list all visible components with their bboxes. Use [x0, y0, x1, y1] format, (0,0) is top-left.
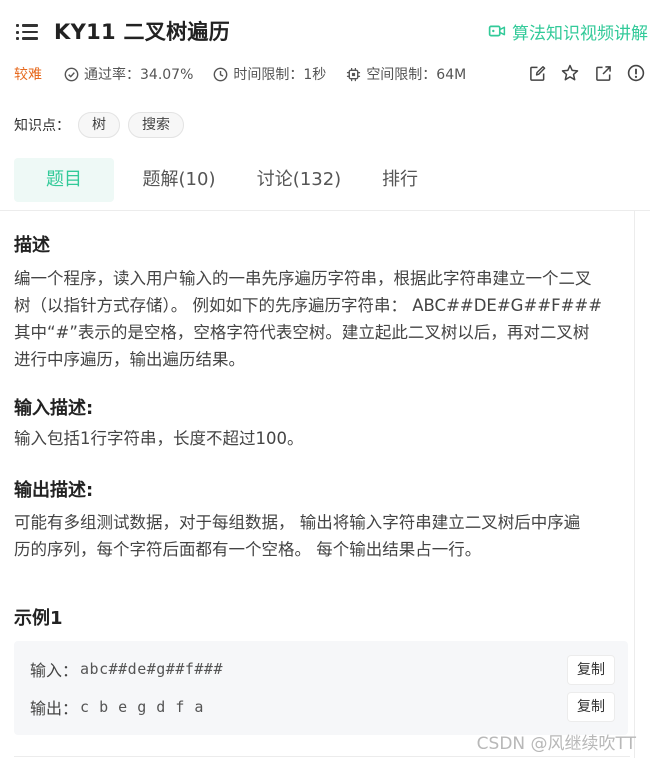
tab-discussion[interactable]: 讨论(132): [244, 158, 354, 202]
example-box: 输入： abc##de#g##f### 复制 输出： c b e g d f a…: [14, 641, 628, 735]
problem-title: KY11 二叉树遍历: [54, 20, 231, 44]
difficulty-badge: 较难: [14, 67, 42, 83]
example-output-label: 输出：: [30, 699, 79, 718]
pass-rate-text: 通过率：34.07%: [84, 67, 194, 83]
tag-search[interactable]: 搜索: [128, 112, 184, 138]
tags-label: 知识点：: [14, 118, 70, 134]
star-icon[interactable]: [560, 63, 580, 83]
example-heading: 示例1: [14, 608, 63, 629]
menu-list-icon[interactable]: [16, 24, 38, 40]
copy-output-button[interactable]: 复制: [568, 693, 614, 721]
share-external-icon[interactable]: [593, 63, 613, 83]
example-input-label: 输入：: [30, 661, 79, 680]
description-heading: 描述: [14, 235, 50, 256]
description-line: 编一个程序，读入用户输入的一串先序遍历字符串，根据此字符串建立一个二叉: [14, 269, 592, 288]
description-line: 树（以指针方式存储）。 例如如下的先序遍历字符串： ABC##DE#G##F##…: [14, 296, 603, 315]
problem-meta: 较难 通过率：34.07% 时间限制：1秒 空间限制：64M: [14, 63, 650, 85]
description-text: 编一个程序，读入用户输入的一串先序遍历字符串，根据此字符串建立一个二叉 树（以指…: [14, 265, 632, 373]
tab-ranking[interactable]: 排行: [354, 158, 446, 202]
space-limit: 空间限制：64M: [346, 64, 466, 84]
problem-tabs: 题目 题解(10) 讨论(132) 排行: [14, 158, 446, 202]
clock-icon: [214, 67, 228, 81]
chip-icon: [347, 67, 361, 81]
example-input-value[interactable]: abc##de#g##f###: [80, 660, 223, 678]
input-description-text: 输入包括1行字符串，长度不超过100。: [14, 429, 304, 448]
pass-rate: 通过率：34.07%: [64, 64, 193, 84]
time-limit-text: 时间限制：1秒: [233, 67, 327, 83]
example-input-row: 输入： abc##de#g##f###: [30, 655, 223, 683]
knowledge-tags: 知识点： 树 搜索: [14, 112, 184, 138]
edit-icon[interactable]: [527, 63, 547, 83]
problem-actions: [514, 63, 646, 83]
tab-solutions[interactable]: 题解(10): [114, 158, 244, 202]
time-limit: 时间限制：1秒: [213, 64, 326, 84]
example-output-row: 输出： c b e g d f a: [30, 693, 204, 721]
space-limit-text: 空间限制：64M: [366, 67, 467, 83]
description-line: 其中“#”表示的是空格，空格字符代表空树。建立起此二叉树以后，再对二叉树: [14, 323, 590, 342]
csdn-watermark: CSDN @风继续吹TT: [476, 734, 636, 754]
video-link-label: 算法知识视频讲解: [512, 23, 648, 44]
tab-problem[interactable]: 题目: [14, 158, 114, 202]
bottom-divider: [14, 756, 630, 757]
copy-input-button[interactable]: 复制: [568, 656, 614, 684]
output-description-text: 可能有多组测试数据，对于每组数据， 输出将输入字符串建立二叉树后中序遍 历的序列…: [14, 509, 632, 563]
description-line: 进行中序遍历，输出遍历结果。: [14, 350, 245, 369]
example-output-value[interactable]: c b e g d f a: [80, 698, 204, 716]
content-right-border: [634, 211, 635, 758]
output-description-line: 历的序列，每个字符后面都有一个空格。 每个输出结果占一行。: [14, 540, 482, 559]
report-icon[interactable]: [626, 63, 646, 83]
input-description-heading: 输入描述:: [14, 398, 94, 419]
output-description-heading: 输出描述:: [14, 480, 94, 501]
output-description-line: 可能有多组测试数据，对于每组数据， 输出将输入字符串建立二叉树后中序遍: [14, 513, 581, 532]
video-explanation-link[interactable]: 算法知识视频讲解: [488, 19, 648, 44]
tag-tree[interactable]: 树: [78, 112, 120, 138]
video-camera-icon: [488, 25, 506, 37]
tabs-divider: [0, 210, 650, 211]
check-circle-icon: [64, 67, 79, 81]
problem-header: KY11 二叉树遍历 算法知识视频讲解: [0, 0, 650, 62]
